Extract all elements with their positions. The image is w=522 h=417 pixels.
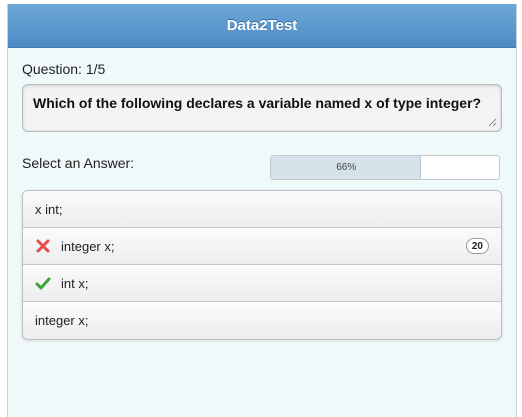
count-badge: 20 — [465, 238, 489, 254]
answer-label: int x; — [61, 275, 89, 291]
question-textarea[interactable]: Which of the following declares a variab… — [22, 84, 502, 132]
question-text: Which of the following declares a variab… — [33, 95, 482, 111]
checkmark-icon — [35, 275, 51, 291]
answer-option-3[interactable]: int x; — [23, 265, 501, 302]
answer-label: x int; — [35, 201, 63, 217]
app-title: Data2Test — [226, 17, 298, 34]
answer-option-4[interactable]: integer x; — [23, 302, 501, 339]
answer-progress-bar: 66% — [270, 155, 500, 180]
question-counter: Question: 1/5 — [22, 61, 106, 77]
app-window: Data2Test Question: 1/5 Which of the fol… — [7, 4, 517, 417]
answer-label: integer x; — [61, 238, 115, 254]
answer-label: integer x; — [35, 313, 89, 328]
resize-grip-icon[interactable] — [487, 117, 497, 127]
answer-option-1[interactable]: x int; — [23, 191, 501, 228]
select-answer-label: Select an Answer: — [22, 155, 135, 171]
progress-text: 66% — [336, 162, 357, 173]
answer-option-2[interactable]: integer x; 20 — [23, 228, 501, 265]
x-mark-icon — [35, 238, 51, 254]
answer-list: x int; integer x; 20 int x; integer x; — [22, 190, 502, 340]
title-bar: Data2Test — [8, 4, 516, 48]
